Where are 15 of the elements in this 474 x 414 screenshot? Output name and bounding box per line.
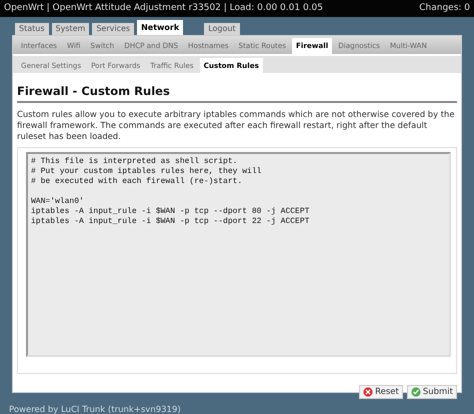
reset-button[interactable]: Reset — [359, 385, 403, 400]
x-circle-icon — [363, 387, 374, 398]
main-tab[interactable]: Network — [137, 20, 184, 35]
header-title: OpenWrt | OpenWrt Attitude Adjustment r33502 | Load: 0.00 0.01 0.05 — [4, 2, 323, 15]
main-tab[interactable]: System — [52, 23, 90, 35]
changes-count[interactable]: Changes: 0 — [419, 0, 470, 17]
page-title: Firewall - Custom Rules — [17, 83, 457, 104]
check-circle-icon — [410, 387, 421, 398]
main-tab[interactable]: Services — [92, 23, 134, 35]
main-tab[interactable]: Status — [15, 23, 48, 35]
logout-tab[interactable]: Logout — [204, 23, 240, 35]
submit-button[interactable]: Submit — [406, 385, 457, 400]
footer-text: Powered by LuCI Trunk (trunk+svn9319) — [8, 404, 182, 414]
description: Custom rules allow you to execute arbitrary iptables commands which are not otherwise covered by the firewall framework. The commands are executed after each firewall restart, right after the default ruleset has been loaded. — [17, 109, 456, 142]
rules-editor[interactable]: # This file is interpreted as shell script. # Put your custom iptables rules here, they will # be executed with each firewall (re-)start. WAN='wlan0' iptables -A input_rule -i $WAN -p tcp --dport 80 -j ACCEPT iptables -A input_rule -i $WAN -p tcp --dport 22 -j ACCEPT — [26, 152, 451, 358]
